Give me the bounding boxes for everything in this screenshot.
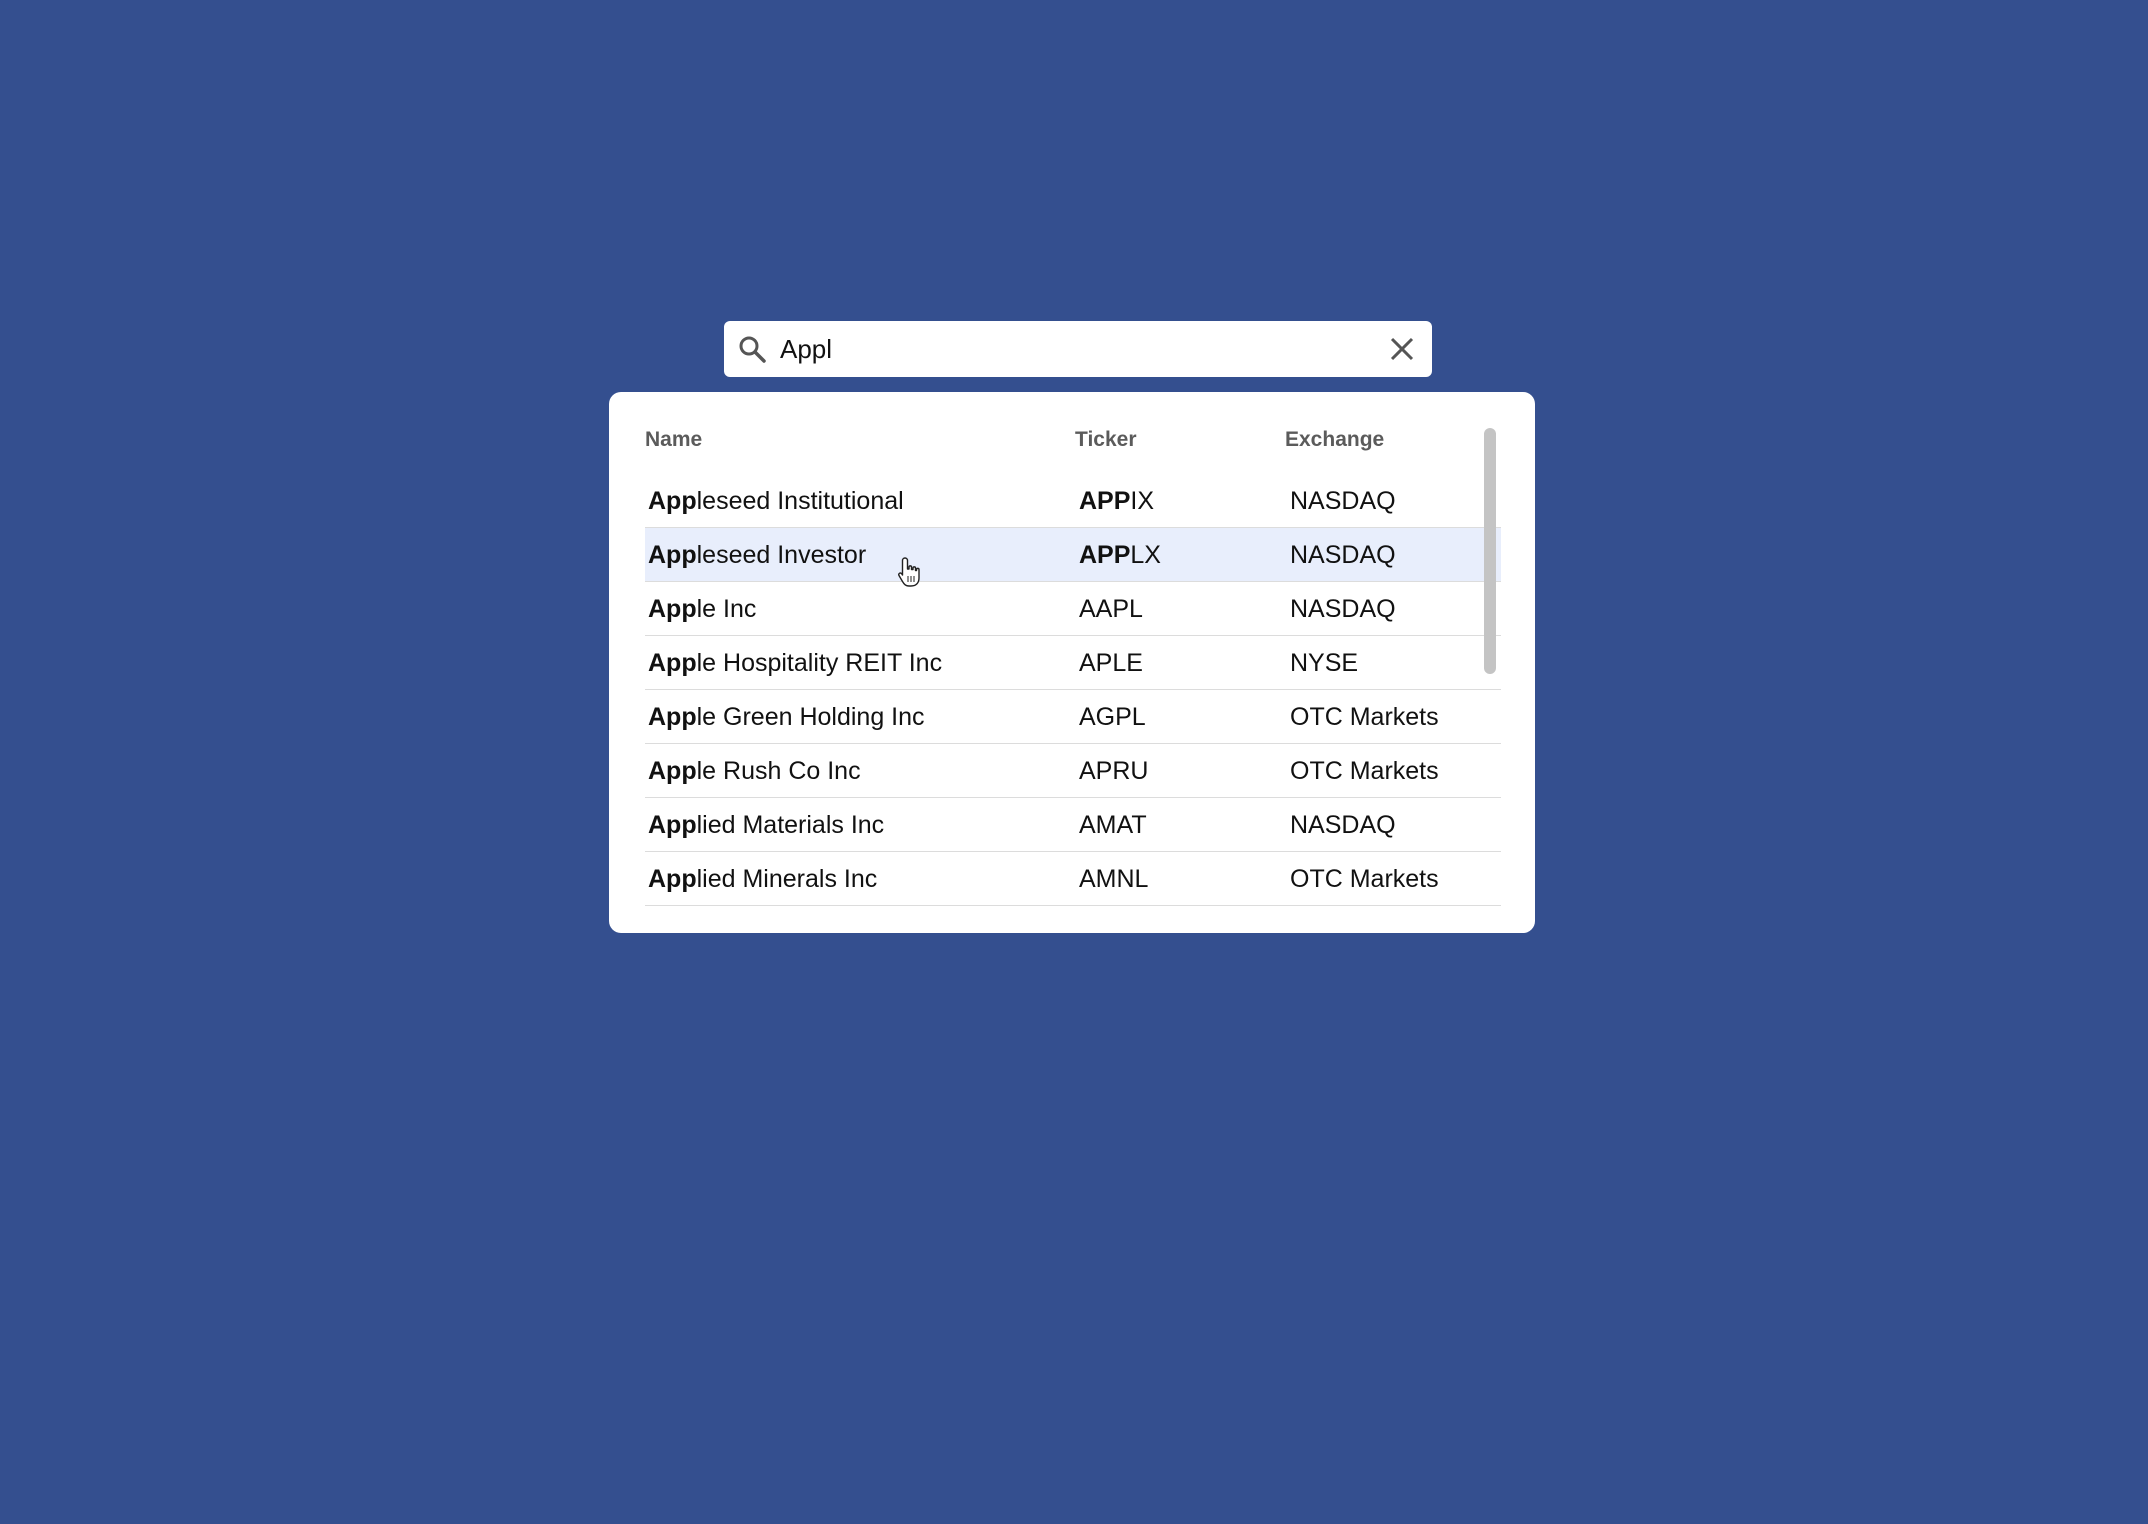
column-header-name[interactable]: Name (645, 428, 702, 452)
row-name: Applied Materials Inc (648, 811, 885, 839)
row-name: Apple Inc (648, 595, 757, 623)
row-exchange: OTC Markets (1290, 865, 1439, 893)
table-row[interactable]: Apple Inc AAPL NASDAQ (645, 582, 1501, 636)
search-results-dropdown: Name Ticker Exchange Appleseed Instituti… (609, 392, 1535, 933)
search-input[interactable] (780, 321, 1340, 377)
row-name: Appleseed Investor (648, 541, 867, 569)
table-row[interactable]: Apple Green Holding Inc AGPL OTC Markets (645, 690, 1501, 744)
column-header-exchange[interactable]: Exchange (1285, 428, 1384, 452)
row-exchange: NASDAQ (1290, 487, 1396, 515)
row-exchange: OTC Markets (1290, 757, 1439, 785)
row-name: Appleseed Institutional (648, 487, 904, 515)
row-name: Apple Hospitality REIT Inc (648, 649, 943, 677)
row-ticker: AMAT (1079, 811, 1147, 839)
search-bar (724, 321, 1432, 377)
scrollbar[interactable] (1484, 428, 1496, 674)
row-exchange: NASDAQ (1290, 595, 1396, 623)
results-list: Appleseed Institutional APPIX NASDAQ Apples… (645, 474, 1501, 906)
row-ticker: AAPL (1079, 595, 1143, 623)
table-row[interactable]: Apple Rush Co Inc APRU OTC Markets (645, 744, 1501, 798)
table-row[interactable]: Applied Minerals Inc AMNL OTC Markets (645, 852, 1501, 906)
table-row[interactable]: Appleseed Investor APPLX NASDAQ (645, 528, 1501, 582)
row-ticker: AGPL (1079, 703, 1146, 731)
table-row[interactable]: Appleseed Institutional APPIX NASDAQ (645, 474, 1501, 528)
row-exchange: NASDAQ (1290, 811, 1396, 839)
row-ticker: APLE (1079, 649, 1143, 677)
hand-pointer-icon (898, 557, 920, 587)
table-row[interactable]: Applied Materials Inc AMAT NASDAQ (645, 798, 1501, 852)
row-exchange: OTC Markets (1290, 703, 1439, 731)
row-ticker: APPLX (1079, 541, 1161, 569)
search-icon (739, 336, 766, 363)
row-name: Applied Minerals Inc (648, 865, 878, 893)
row-ticker: AMNL (1079, 865, 1149, 893)
table-header: Name Ticker Exchange (645, 428, 1501, 462)
close-icon[interactable] (1386, 333, 1418, 365)
table-row[interactable]: Apple Hospitality REIT Inc APLE NYSE (645, 636, 1501, 690)
row-ticker: APRU (1079, 757, 1149, 785)
row-name: Apple Rush Co Inc (648, 757, 861, 785)
column-header-ticker[interactable]: Ticker (1075, 428, 1137, 452)
row-name: Apple Green Holding Inc (648, 703, 925, 731)
row-exchange: NYSE (1290, 649, 1359, 677)
row-ticker: APPIX (1079, 487, 1155, 515)
row-exchange: NASDAQ (1290, 541, 1396, 569)
